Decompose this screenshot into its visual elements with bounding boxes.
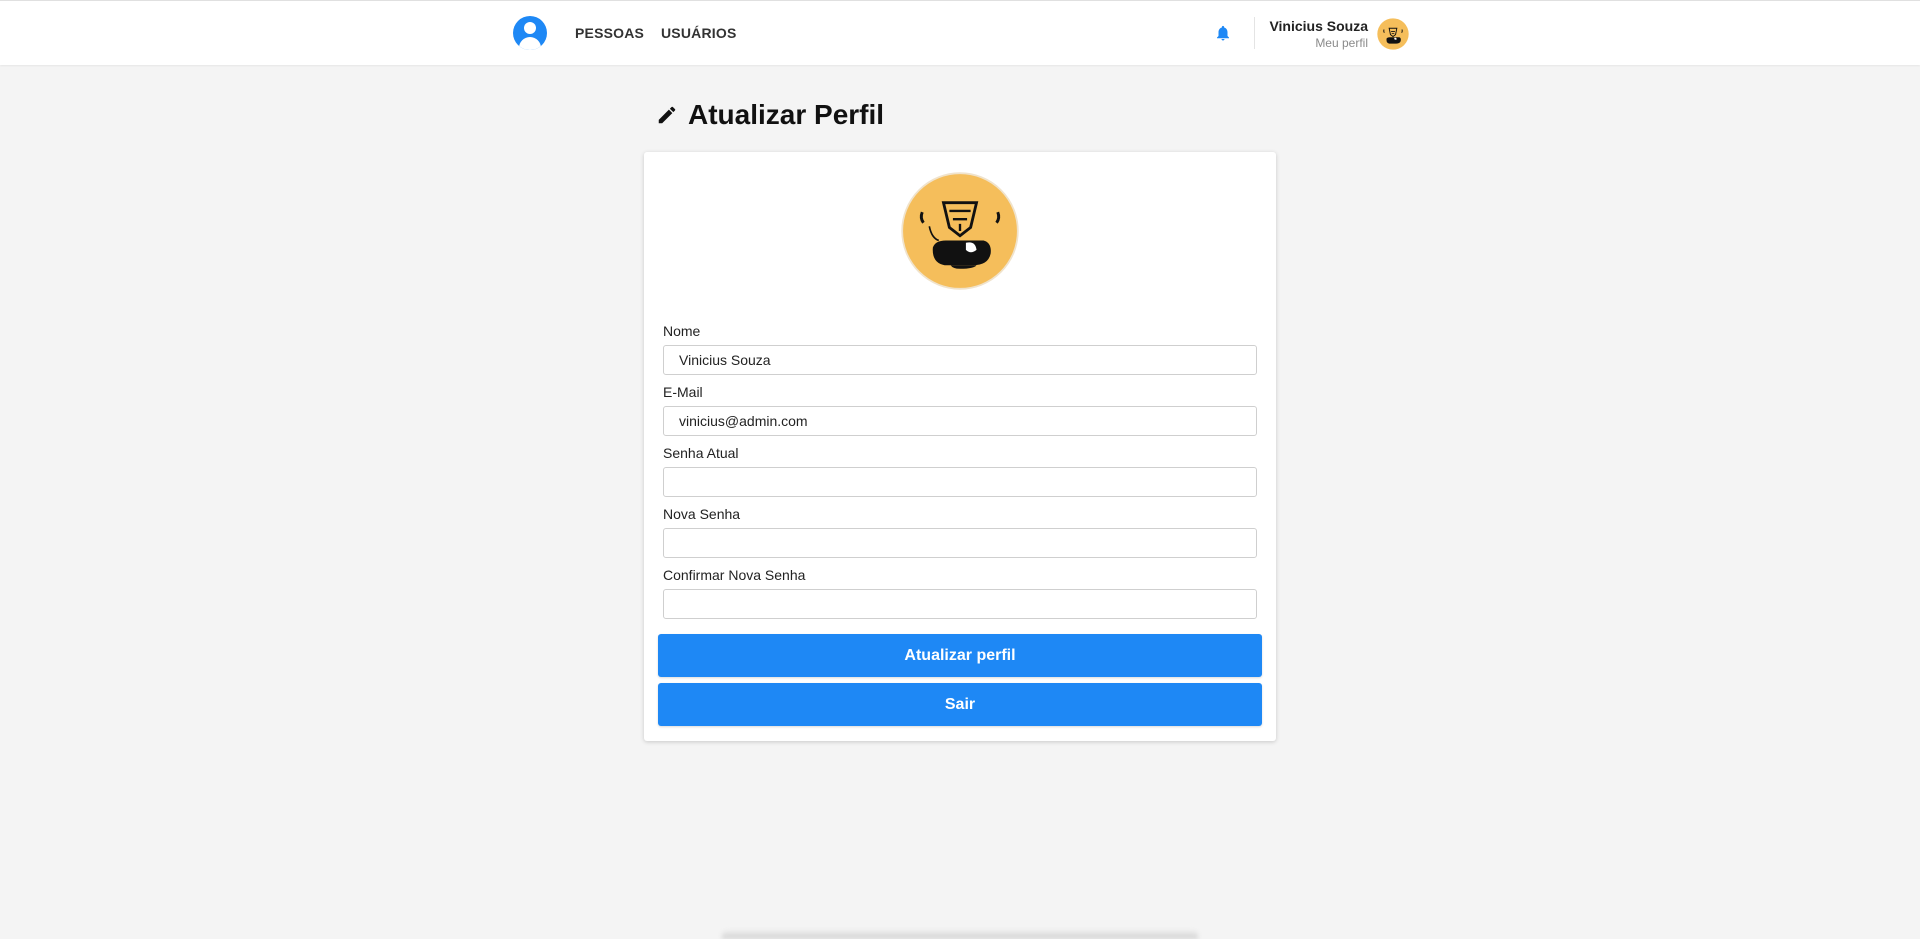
avatar[interactable] — [1377, 18, 1409, 50]
logo-body — [519, 37, 541, 50]
name-field[interactable] — [663, 345, 1257, 375]
page-header: Atualizar Perfil — [656, 98, 884, 132]
confirm-password-field[interactable] — [663, 589, 1257, 619]
profile-card: Nome E-Mail Senha Atual Nova Senha Confi… — [644, 152, 1276, 741]
name-label: Nome — [663, 323, 701, 339]
new-password-field[interactable] — [663, 528, 1257, 558]
confirm-password-label: Confirmar Nova Senha — [663, 567, 806, 583]
pencil-icon — [658, 106, 676, 124]
bottom-shadow — [722, 930, 1198, 939]
new-password-label: Nova Senha — [663, 506, 741, 522]
user-profile-link[interactable]: Meu perfil — [1315, 36, 1368, 50]
nav-item-pessoas[interactable]: PESSOAS — [575, 25, 644, 41]
top-navbar: PESSOAS USUÁRIOS Vinicius Souza Meu perf… — [0, 0, 1920, 65]
profile-avatar[interactable] — [901, 172, 1019, 290]
email-label: E-Mail — [663, 384, 703, 400]
logo-head — [524, 22, 536, 34]
user-name[interactable]: Vinicius Souza — [1269, 18, 1368, 34]
nav-item-usuarios[interactable]: USUÁRIOS — [661, 25, 737, 41]
user-circle-icon[interactable] — [513, 16, 547, 50]
current-password-field[interactable] — [663, 467, 1257, 497]
bell-icon[interactable] — [1214, 23, 1232, 43]
current-password-label: Senha Atual — [663, 445, 739, 461]
page-title: Atualizar Perfil — [688, 99, 885, 130]
logout-button[interactable]: Sair — [658, 683, 1262, 726]
email-field[interactable] — [663, 406, 1257, 436]
navbar-divider — [1254, 17, 1255, 49]
update-profile-button[interactable]: Atualizar perfil — [658, 634, 1262, 677]
